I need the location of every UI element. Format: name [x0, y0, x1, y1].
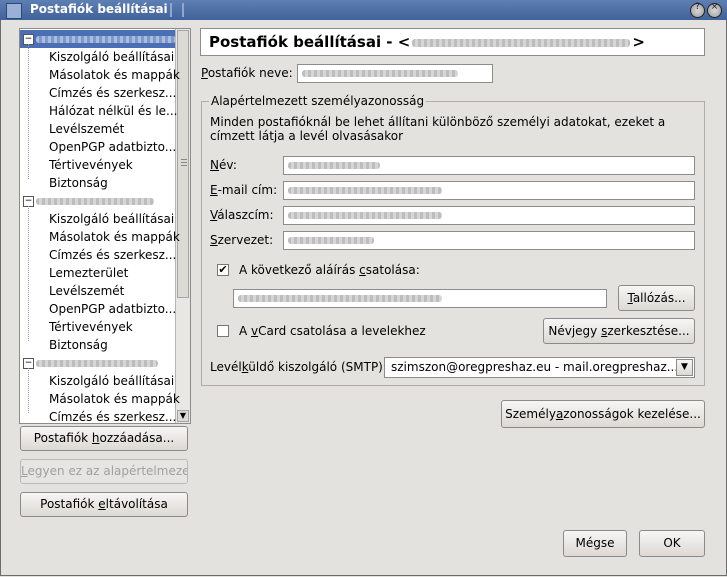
tree-account-1[interactable]: −: [20, 30, 176, 48]
tree-account-2[interactable]: −: [20, 192, 175, 210]
account-name-redacted: [36, 192, 154, 210]
help-window-button[interactable]: ?: [690, 2, 705, 18]
signature-checkbox[interactable]: ✔: [217, 264, 229, 276]
scroll-down-arrow-icon[interactable]: ▼: [177, 410, 189, 422]
account-name-label: Postafiók neve:: [201, 66, 293, 80]
tree-item[interactable]: Címzés és szerkesz...: [49, 408, 176, 423]
identity-group-title: Alapértelmezett személyazonosság: [209, 94, 427, 108]
tree-item[interactable]: Címzés és szerkesz...: [49, 84, 176, 102]
app-icon[interactable]: [6, 3, 22, 19]
page-header: Postafiók beállításai - < >: [200, 28, 705, 56]
tree-item[interactable]: Hálózat nélkül és le...: [49, 102, 178, 120]
account-name-redacted: [36, 354, 158, 372]
remove-account-button[interactable]: Postafiók eltávolítása: [20, 492, 188, 517]
tree-item[interactable]: Levélszemét: [49, 120, 124, 138]
tree-connector: [28, 368, 29, 414]
tree-connector: [28, 206, 29, 342]
signature-file-input[interactable]: [233, 289, 607, 308]
add-account-button[interactable]: Postafiók hozzáadása...: [20, 426, 188, 451]
tree-item[interactable]: Lemezterület: [49, 264, 128, 282]
vcard-checkbox[interactable]: [217, 325, 229, 337]
close-window-button[interactable]: ×: [707, 2, 722, 18]
tree-item[interactable]: Kiszolgáló beállításai: [49, 210, 174, 228]
tree-item[interactable]: Biztonság: [49, 174, 108, 192]
smtp-server-value: szimszon@oregpreshaz.eu - mail.oregpresh…: [391, 360, 682, 374]
edit-vcard-button[interactable]: Névjegy szerkesztése...: [543, 318, 695, 344]
organization-label: Szervezet:: [210, 233, 274, 247]
vcard-checkbox-label[interactable]: A vCard csatolása a levelekhez: [239, 324, 426, 338]
tree-item[interactable]: Kiszolgáló beállításai: [49, 48, 174, 66]
account-name-redacted: [36, 30, 176, 48]
window-title: Postafiók beállításai: [30, 2, 168, 16]
identity-description: Minden postafióknál be lehet állítani kü…: [210, 115, 666, 143]
tree-scrollbar[interactable]: ▼: [175, 29, 190, 423]
tree-item[interactable]: Levélszemét: [49, 282, 124, 300]
tree-item[interactable]: Tértivevények: [49, 318, 133, 336]
ok-button[interactable]: OK: [639, 530, 705, 557]
signature-checkbox-label[interactable]: A következő aláírás csatolása:: [239, 263, 420, 277]
account-tree[interactable]: ▼ − Kiszolgáló beállításai Másolatok és ma…: [19, 28, 191, 424]
cancel-button[interactable]: Mégse: [563, 530, 627, 557]
smtp-server-select[interactable]: szimszon@oregpreshaz.eu - mail.oregpresh…: [384, 357, 695, 378]
tree-item[interactable]: Kiszolgáló beállításai: [49, 372, 174, 390]
tree-item[interactable]: Biztonság: [49, 336, 108, 354]
browse-button[interactable]: Tallózás...: [618, 285, 695, 311]
page-title: Postafiók beállításai - < >: [209, 33, 645, 51]
account-name-input[interactable]: [297, 64, 493, 83]
tree-connector: [28, 44, 29, 180]
chevron-down-icon[interactable]: ▼: [676, 359, 693, 376]
checkmark-icon: ✔: [218, 263, 228, 276]
tree-item[interactable]: Címzés és szerkesz...: [49, 246, 176, 264]
organization-input[interactable]: [283, 231, 695, 250]
name-input[interactable]: [283, 156, 695, 175]
tree-item[interactable]: Másolatok és mappák: [49, 66, 180, 84]
name-label: Név:: [210, 158, 237, 172]
reply-to-input[interactable]: [283, 206, 695, 225]
tree-item[interactable]: Másolatok és mappák: [49, 228, 180, 246]
smtp-label: Levélküldő kiszolgáló (SMTP):: [210, 360, 387, 374]
tree-item[interactable]: Tértivevények: [49, 156, 133, 174]
email-input[interactable]: [283, 181, 695, 200]
tree-item[interactable]: OpenPGP adatbizto...: [49, 300, 176, 318]
titlebar-grip: [170, 3, 184, 17]
tree-account-3[interactable]: −: [20, 354, 175, 372]
manage-identities-button[interactable]: Személyazonosságok kezelése...: [501, 400, 705, 428]
tree-item[interactable]: OpenPGP adatbizto...: [49, 138, 176, 156]
email-label: E-mail cím:: [210, 183, 278, 197]
window-titlebar[interactable]: Postafiók beállításai ? ×: [0, 0, 727, 20]
set-default-account-button[interactable]: Legyen ez az alapértelmezett: [20, 459, 188, 484]
tree-item[interactable]: Másolatok és mappák: [49, 390, 180, 408]
reply-to-label: Válaszcím:: [210, 208, 274, 222]
